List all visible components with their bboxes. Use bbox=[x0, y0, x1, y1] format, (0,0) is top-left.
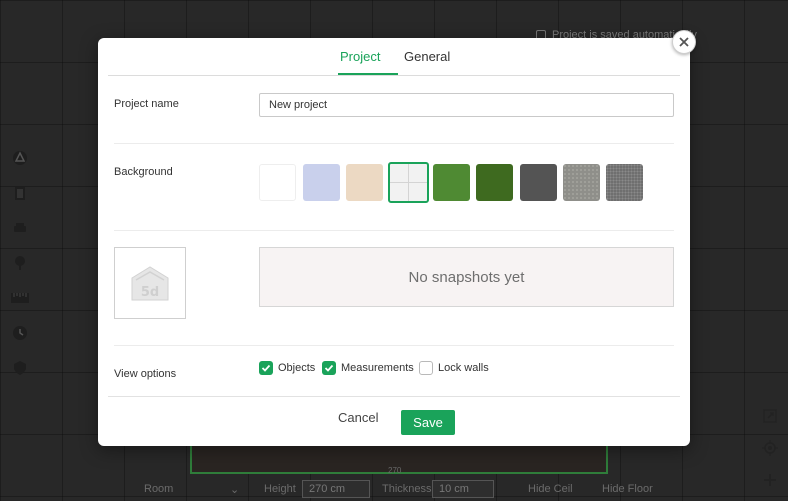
height-label: Height bbox=[264, 483, 296, 495]
dialog-tabs: Project General bbox=[108, 38, 680, 76]
clock-icon bbox=[8, 321, 32, 345]
lock-walls-option-label: Lock walls bbox=[438, 362, 489, 374]
room-select-chevron-icon: ⌄ bbox=[230, 484, 240, 496]
lock-walls-checkbox[interactable] bbox=[419, 361, 433, 375]
checkmark-icon bbox=[324, 364, 334, 372]
close-icon bbox=[679, 37, 689, 47]
thickness-label: Thickness bbox=[382, 483, 432, 495]
vertex-icon bbox=[8, 146, 32, 170]
grid-pattern-icon bbox=[390, 164, 427, 201]
project-settings-dialog: Project General Project name Background … bbox=[98, 38, 690, 446]
objects-option[interactable]: Objects bbox=[259, 361, 315, 375]
cancel-button[interactable]: Cancel bbox=[338, 410, 378, 425]
background-swatch-beige[interactable] bbox=[346, 164, 383, 201]
room-select: Room bbox=[144, 483, 174, 495]
background-swatch-asphalt[interactable] bbox=[520, 164, 557, 201]
checkmark-icon bbox=[261, 364, 271, 372]
project-thumbnail: 5d bbox=[114, 247, 186, 319]
background-swatch-lavender[interactable] bbox=[303, 164, 340, 201]
background-swatch-granite[interactable] bbox=[606, 164, 643, 201]
view-options-label: View options bbox=[114, 368, 177, 380]
locate-icon bbox=[758, 436, 782, 460]
background-swatch-grass-light[interactable] bbox=[433, 164, 470, 201]
tab-project[interactable]: Project bbox=[340, 49, 380, 64]
height-field: 270 cm bbox=[302, 480, 370, 498]
hide-ceil-button: Hide Ceil bbox=[528, 483, 573, 495]
svg-text:5d: 5d bbox=[141, 285, 159, 300]
ruler-icon bbox=[8, 286, 32, 310]
active-tab-indicator bbox=[338, 73, 398, 75]
door-icon bbox=[8, 181, 32, 205]
measurements-option-label: Measurements bbox=[341, 362, 414, 374]
section-divider bbox=[114, 345, 674, 346]
objects-option-label: Objects bbox=[278, 362, 316, 374]
background-swatch-grass-dark[interactable] bbox=[476, 164, 513, 201]
tab-general[interactable]: General bbox=[404, 49, 450, 64]
section-divider bbox=[114, 143, 674, 144]
project-name-label: Project name bbox=[114, 98, 179, 110]
section-divider bbox=[114, 230, 674, 231]
background-label: Background bbox=[114, 166, 173, 178]
lock-walls-option[interactable]: Lock walls bbox=[419, 361, 489, 375]
left-toolbar bbox=[8, 146, 32, 391]
close-dialog-button[interactable] bbox=[672, 30, 696, 54]
objects-checkbox[interactable] bbox=[259, 361, 273, 375]
measurements-option[interactable]: Measurements bbox=[322, 361, 414, 375]
footer-divider bbox=[108, 396, 680, 397]
project-name-input[interactable] bbox=[259, 93, 674, 117]
sofa-icon bbox=[8, 216, 32, 240]
measurements-checkbox[interactable] bbox=[322, 361, 336, 375]
background-swatch-grid[interactable] bbox=[388, 162, 429, 203]
background-swatch-stone[interactable] bbox=[563, 164, 600, 201]
background-swatch-white[interactable] bbox=[259, 164, 296, 201]
bottom-property-bar: Room ⌄ Height 270 cm Thickness 10 cm Hid… bbox=[0, 477, 788, 501]
room-dimension-label: 270 bbox=[388, 466, 402, 475]
shield-icon bbox=[8, 356, 32, 380]
hide-floor-button: Hide Floor bbox=[602, 483, 653, 495]
no-snapshots-text: No snapshots yet bbox=[408, 268, 525, 286]
expand-icon bbox=[758, 404, 782, 428]
thickness-field: 10 cm bbox=[432, 480, 494, 498]
save-button[interactable]: Save bbox=[401, 410, 455, 435]
tree-icon bbox=[8, 251, 32, 275]
5d-logo-icon: 5d bbox=[131, 266, 169, 301]
snapshots-area: No snapshots yet bbox=[259, 247, 674, 307]
